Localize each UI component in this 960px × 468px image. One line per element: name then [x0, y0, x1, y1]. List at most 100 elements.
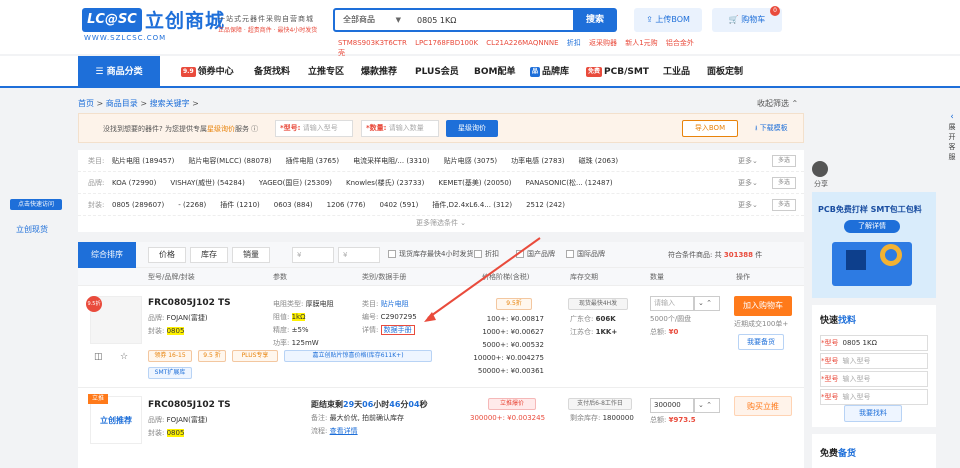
filter-option[interactable]: 功率电感 (2783): [511, 157, 565, 165]
filter-option[interactable]: 贴片电感 (3075): [444, 157, 498, 165]
nav-item-coupon[interactable]: 9.9 领券中心: [181, 56, 234, 88]
want-stock-button[interactable]: 我要备货: [738, 334, 784, 350]
hot-word[interactable]: 返采购器: [589, 39, 617, 47]
price-from-input[interactable]: ¥: [292, 247, 334, 263]
nav-item-hot[interactable]: 爆款推荐: [361, 56, 397, 88]
filter-multi-select[interactable]: 多选: [772, 177, 796, 189]
breadcrumb-catalog[interactable]: 商品目录: [106, 99, 138, 108]
check-discount[interactable]: 折扣: [474, 249, 499, 259]
sort-sales[interactable]: 销量: [232, 247, 270, 263]
hot-word[interactable]: 新人1元购: [625, 39, 657, 47]
filter-option[interactable]: Knowles(楼氏) (23733): [346, 179, 424, 187]
filter-option[interactable]: YAGEO(国巨) (25309): [259, 179, 332, 187]
inquiry-button[interactable]: 星级询价: [446, 120, 498, 137]
filter-multi-select[interactable]: 多选: [772, 199, 796, 211]
inquiry-qty-field[interactable]: *数量: 请输入数量: [361, 120, 439, 137]
search-category-select[interactable]: 全部商品 ▼: [335, 10, 407, 30]
inquiry-model-field[interactable]: *型号: 请输入型号: [275, 120, 353, 137]
filter-option[interactable]: 贴片电容(MLCC) (88078): [188, 157, 271, 165]
help-icon[interactable]: ⓘ: [249, 125, 258, 133]
filter-option[interactable]: - (2268): [178, 201, 206, 209]
sort-stock[interactable]: 库存: [190, 247, 228, 263]
category-link[interactable]: 贴片电阻: [381, 300, 409, 308]
breadcrumb-current[interactable]: 搜索关键字: [150, 99, 190, 108]
logo-name[interactable]: 立创商城: [145, 6, 225, 33]
filter-option[interactable]: VISHAY(威世) (54284): [170, 179, 245, 187]
pcb-promo-banner[interactable]: PCB免费打样 SMT包工包料 了解详情: [812, 192, 936, 298]
product-name[interactable]: FRC0805J102 TS: [148, 298, 231, 308]
category-menu-button[interactable]: ☰ 商品分类: [78, 56, 160, 88]
quick-model-field[interactable]: *型号 输入型号: [820, 371, 928, 387]
quick-access-link[interactable]: 立创现货: [16, 224, 48, 235]
filter-option[interactable]: 插件 (1210): [220, 201, 260, 209]
upload-bom-button[interactable]: ⇪ 上传BOM: [634, 8, 702, 32]
qty-input[interactable]: 请输入: [650, 296, 694, 311]
nav-item-brand[interactable]: 品品牌库: [530, 56, 569, 88]
import-bom-button[interactable]: 导入BOM: [682, 120, 738, 137]
sort-price[interactable]: 价格: [148, 247, 186, 263]
check-international[interactable]: 国际品牌: [566, 249, 605, 259]
nav-item-pcb[interactable]: 免费 PCB/SMT: [586, 56, 649, 88]
filter-option[interactable]: 贴片电阻 (189457): [112, 157, 174, 165]
qty-stepper[interactable]: ⌄ ⌃: [694, 296, 720, 311]
hot-word[interactable]: 铝合金外: [666, 39, 694, 47]
product-name[interactable]: FRC0805J102 TS: [148, 400, 231, 410]
filter-option[interactable]: 0603 (884): [274, 201, 313, 209]
product-brand[interactable]: FOJAN(富捷): [167, 314, 208, 322]
coupon-tag[interactable]: 领券 16-15: [148, 350, 192, 362]
quick-model-field[interactable]: *型号 输入型号: [820, 389, 928, 405]
filter-option[interactable]: 1206 (776): [327, 201, 366, 209]
filter-option[interactable]: 磁珠 (2063): [579, 157, 619, 165]
flow-link[interactable]: 查看详情: [330, 427, 358, 435]
filter-more[interactable]: 更多⌄: [738, 150, 758, 172]
filter-option[interactable]: 2512 (242): [526, 201, 565, 209]
hot-word[interactable]: 折扣: [567, 39, 581, 47]
filter-option[interactable]: KEMET(基美) (20050): [438, 179, 511, 187]
filter-option[interactable]: 0402 (591): [380, 201, 419, 209]
product-brand[interactable]: FOJAN(富捷): [167, 416, 208, 424]
search-input[interactable]: [417, 12, 567, 28]
smt-library-tag[interactable]: SMT扩展库: [148, 367, 192, 379]
filter-option[interactable]: 插件电阻 (3765): [286, 157, 340, 165]
download-template-link[interactable]: ⭳ 下载模板: [755, 123, 788, 135]
search-button[interactable]: 搜索: [573, 8, 617, 32]
filter-option[interactable]: 电流采样电阻/... (3310): [353, 157, 430, 165]
buy-recommend-button[interactable]: 购买立推: [734, 396, 792, 416]
smt-price-tag[interactable]: 嘉立创贴片惊喜价格(库存611K+): [284, 350, 432, 362]
filter-more[interactable]: 更多⌄: [738, 172, 758, 194]
check-domestic[interactable]: 国产品牌: [516, 249, 555, 259]
filter-option[interactable]: 0805 (289607): [112, 201, 164, 209]
breadcrumb-home[interactable]: 首页: [78, 99, 94, 108]
compare-icon[interactable]: ◫: [94, 352, 103, 362]
more-filters-toggle[interactable]: 更多筛选条件 ⌄: [78, 218, 804, 228]
filter-more[interactable]: 更多⌄: [738, 194, 758, 216]
hot-word[interactable]: LPC1768FBD100K: [415, 39, 478, 47]
filter-option[interactable]: 插件,D2.4xL6.4... (312): [432, 201, 512, 209]
hot-word[interactable]: STM8S903K3T6CTR: [338, 39, 407, 47]
nav-item-stock-find[interactable]: 备货找料: [254, 56, 290, 88]
inquiry-highlight[interactable]: 星级询价: [207, 125, 235, 133]
nav-item-panel[interactable]: 面板定制: [707, 56, 743, 88]
plus-tag[interactable]: PLUS专享: [232, 350, 278, 362]
check-fast-ship[interactable]: 现货库存最快4小时发货: [388, 249, 473, 259]
nav-item-industrial[interactable]: 工业品: [663, 56, 690, 88]
collapse-filters[interactable]: 收起筛选 ⌃: [757, 98, 798, 109]
quick-model-field[interactable]: *型号 0805 1KΩ: [820, 335, 928, 351]
qty-stepper[interactable]: ⌄ ⌃: [694, 398, 720, 413]
nav-item-recommend-zone[interactable]: 立推专区: [308, 56, 344, 88]
add-to-cart-button[interactable]: 加入购物车: [734, 296, 792, 316]
filter-option[interactable]: KOA (72990): [112, 179, 156, 187]
quick-model-field[interactable]: *型号 输入型号: [820, 353, 928, 369]
share-icon[interactable]: [812, 161, 828, 177]
customer-service-toggle[interactable]: ‹ 展 开 客 服: [944, 112, 960, 162]
hot-word[interactable]: CL21A226MAQNNNE: [486, 39, 558, 47]
filter-multi-select[interactable]: 多选: [772, 155, 796, 167]
nav-item-bom[interactable]: BOM配单: [474, 56, 515, 88]
promo-detail-button[interactable]: 了解详情: [844, 220, 900, 233]
qty-input[interactable]: 300000: [650, 398, 694, 413]
quick-find-button[interactable]: 我要找料: [844, 405, 902, 422]
star-icon[interactable]: ☆: [120, 352, 128, 362]
datasheet-link[interactable]: 数据手册: [380, 325, 415, 335]
logo-badge[interactable]: LC@SC: [82, 8, 142, 32]
nav-item-plus[interactable]: PLUS会员: [415, 56, 459, 88]
